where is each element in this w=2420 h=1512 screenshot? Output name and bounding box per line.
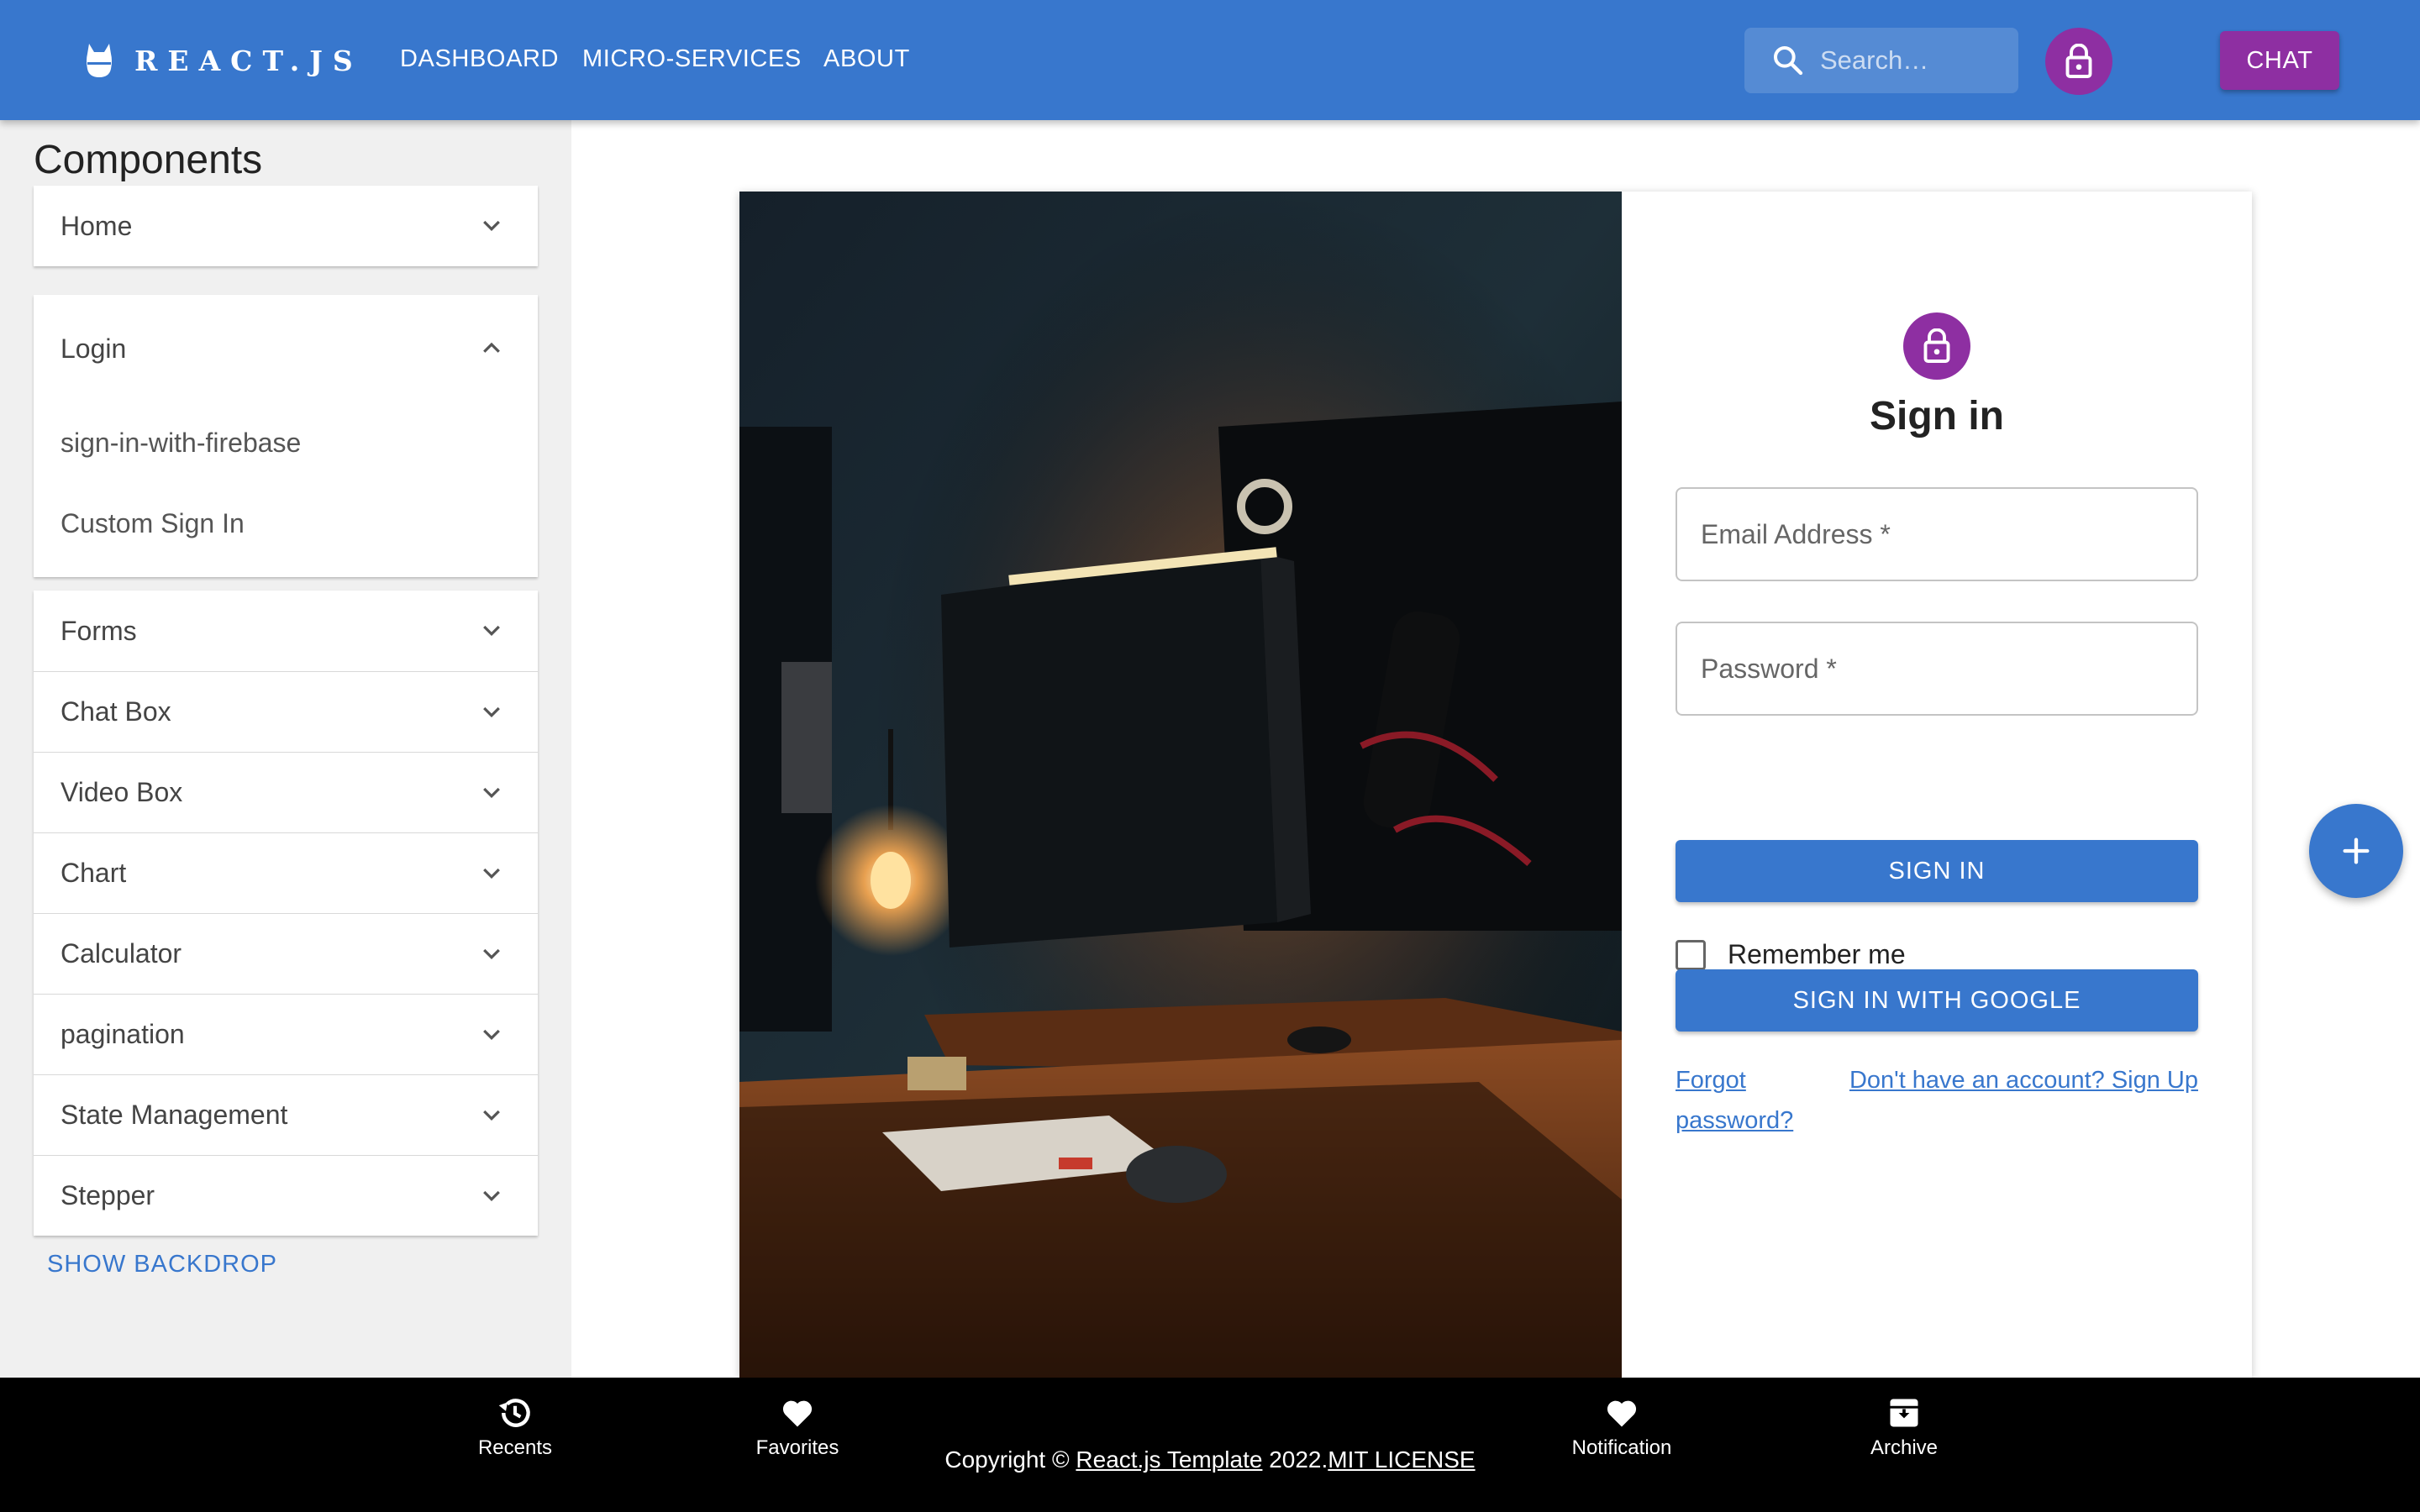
chevron-up-icon <box>483 342 500 353</box>
accordion-label: Chat Box <box>60 696 171 727</box>
google-sign-in-button[interactable]: SIGN IN WITH GOOGLE <box>1676 969 2198 1032</box>
archive-icon <box>1890 1399 1918 1427</box>
email-field-wrapper <box>1676 487 2198 581</box>
accordion-group: Forms Chat Box Video Box Chart Calculato… <box>34 591 538 1236</box>
forgot-password-line-2: password? <box>1676 1107 1794 1134</box>
accordion-header-chat-box[interactable]: Chat Box <box>34 671 538 752</box>
heart-icon <box>1607 1400 1637 1427</box>
accordion-label: Video Box <box>60 777 183 807</box>
accordion-label: State Management <box>60 1100 288 1130</box>
license-link[interactable]: MIT LICENSE <box>1328 1446 1475 1473</box>
copyright: Copyright © React.js Template 2022.MIT L… <box>0 1446 2420 1473</box>
accordion-header-forms[interactable]: Forms <box>34 591 538 671</box>
password-field[interactable] <box>1677 623 2196 714</box>
accordion-home: Home <box>34 186 538 266</box>
chevron-down-icon <box>483 868 500 879</box>
plus-icon <box>2343 837 2370 864</box>
email-field[interactable] <box>1677 489 2196 580</box>
sidebar-title: Components <box>34 138 263 182</box>
remember-me-label: Remember me <box>1728 939 1906 969</box>
chevron-down-icon <box>483 706 500 717</box>
chevron-down-icon <box>483 625 500 637</box>
accordion-header-calculator[interactable]: Calculator <box>34 913 538 994</box>
forgot-password-link[interactable]: Forgot password? <box>1676 1060 1793 1141</box>
password-field-wrapper <box>1676 622 2198 716</box>
remember-me-checkbox[interactable] <box>1676 939 1706 970</box>
accordion-header-home[interactable]: Home <box>34 186 538 266</box>
chevron-down-icon <box>483 787 500 798</box>
sidebar: Components Home Login sign-in-with-fireb… <box>0 120 571 1378</box>
app-bar: REACT.JS DASHBOARD MICRO-SERVICES ABOUT … <box>0 0 2420 120</box>
footer: Recents Favorites Notification Archive C… <box>0 1378 2420 1512</box>
accordion-header-stepper[interactable]: Stepper <box>34 1155 538 1236</box>
chevron-down-icon <box>483 220 500 232</box>
accordion-header-state-management[interactable]: State Management <box>34 1074 538 1155</box>
copyright-year: 2022. <box>1262 1446 1328 1473</box>
react-logo-icon <box>87 44 112 77</box>
sign-in-title: Sign in <box>1870 394 2004 438</box>
login-item-custom-sign-in[interactable]: Custom Sign In <box>34 483 538 564</box>
accordion-label: Login <box>60 333 127 364</box>
search-box[interactable] <box>1744 28 2018 93</box>
copyright-prefix: Copyright © <box>944 1446 1076 1473</box>
lock-avatar <box>1903 312 1970 380</box>
desk-setup-photo <box>739 192 1622 1378</box>
chevron-down-icon <box>483 1110 500 1121</box>
template-link[interactable]: React.js Template <box>1076 1446 1262 1473</box>
sign-up-link[interactable]: Don't have an account? Sign Up <box>1849 1060 2198 1100</box>
brand-name: REACT.JS <box>134 44 363 77</box>
nav-micro-services[interactable]: MICRO-SERVICES <box>582 45 802 73</box>
accordion-header-pagination[interactable]: pagination <box>34 994 538 1074</box>
accordion-login: Login sign-in-with-firebase Custom Sign … <box>34 295 538 577</box>
accordion-label: Chart <box>60 858 127 888</box>
sign-in-card: Sign in Remember me SIGN IN SIGN IN WITH… <box>739 192 2252 1378</box>
show-backdrop-button[interactable]: SHOW BACKDROP <box>47 1251 277 1278</box>
accordion-header-login[interactable]: Login <box>34 295 538 402</box>
chevron-down-icon <box>483 1190 500 1201</box>
login-item-firebase[interactable]: sign-in-with-firebase <box>34 402 538 483</box>
lock-icon <box>2065 44 2092 78</box>
add-fab-button[interactable] <box>2309 804 2403 898</box>
chevron-down-icon <box>483 1029 500 1040</box>
accordion-label: Calculator <box>60 938 182 969</box>
brand[interactable]: REACT.JS <box>86 39 363 82</box>
accordion-header-chart[interactable]: Chart <box>34 832 538 913</box>
lock-button[interactable] <box>2045 28 2112 95</box>
accordion-header-video-box[interactable]: Video Box <box>34 752 538 832</box>
chat-button[interactable]: CHAT <box>2220 31 2339 90</box>
accordion-label: Forms <box>60 615 137 646</box>
history-icon <box>498 1399 530 1427</box>
nav-about[interactable]: ABOUT <box>823 45 910 73</box>
accordion-label: Stepper <box>60 1180 155 1210</box>
heart-icon <box>782 1400 813 1427</box>
remember-me: Remember me <box>1676 939 1906 970</box>
chevron-down-icon <box>483 948 500 959</box>
search-input[interactable] <box>1820 45 2005 76</box>
accordion-label: pagination <box>60 1019 185 1049</box>
search-icon <box>1774 45 1803 76</box>
nav-dashboard[interactable]: DASHBOARD <box>400 45 559 73</box>
lock-icon <box>1923 328 1950 363</box>
forgot-password-line-1: Forgot <box>1676 1067 1746 1094</box>
sign-in-button[interactable]: SIGN IN <box>1676 840 2198 902</box>
sign-in-form: Sign in Remember me SIGN IN SIGN IN WITH… <box>1622 192 2252 1378</box>
accordion-label: Home <box>60 210 133 241</box>
